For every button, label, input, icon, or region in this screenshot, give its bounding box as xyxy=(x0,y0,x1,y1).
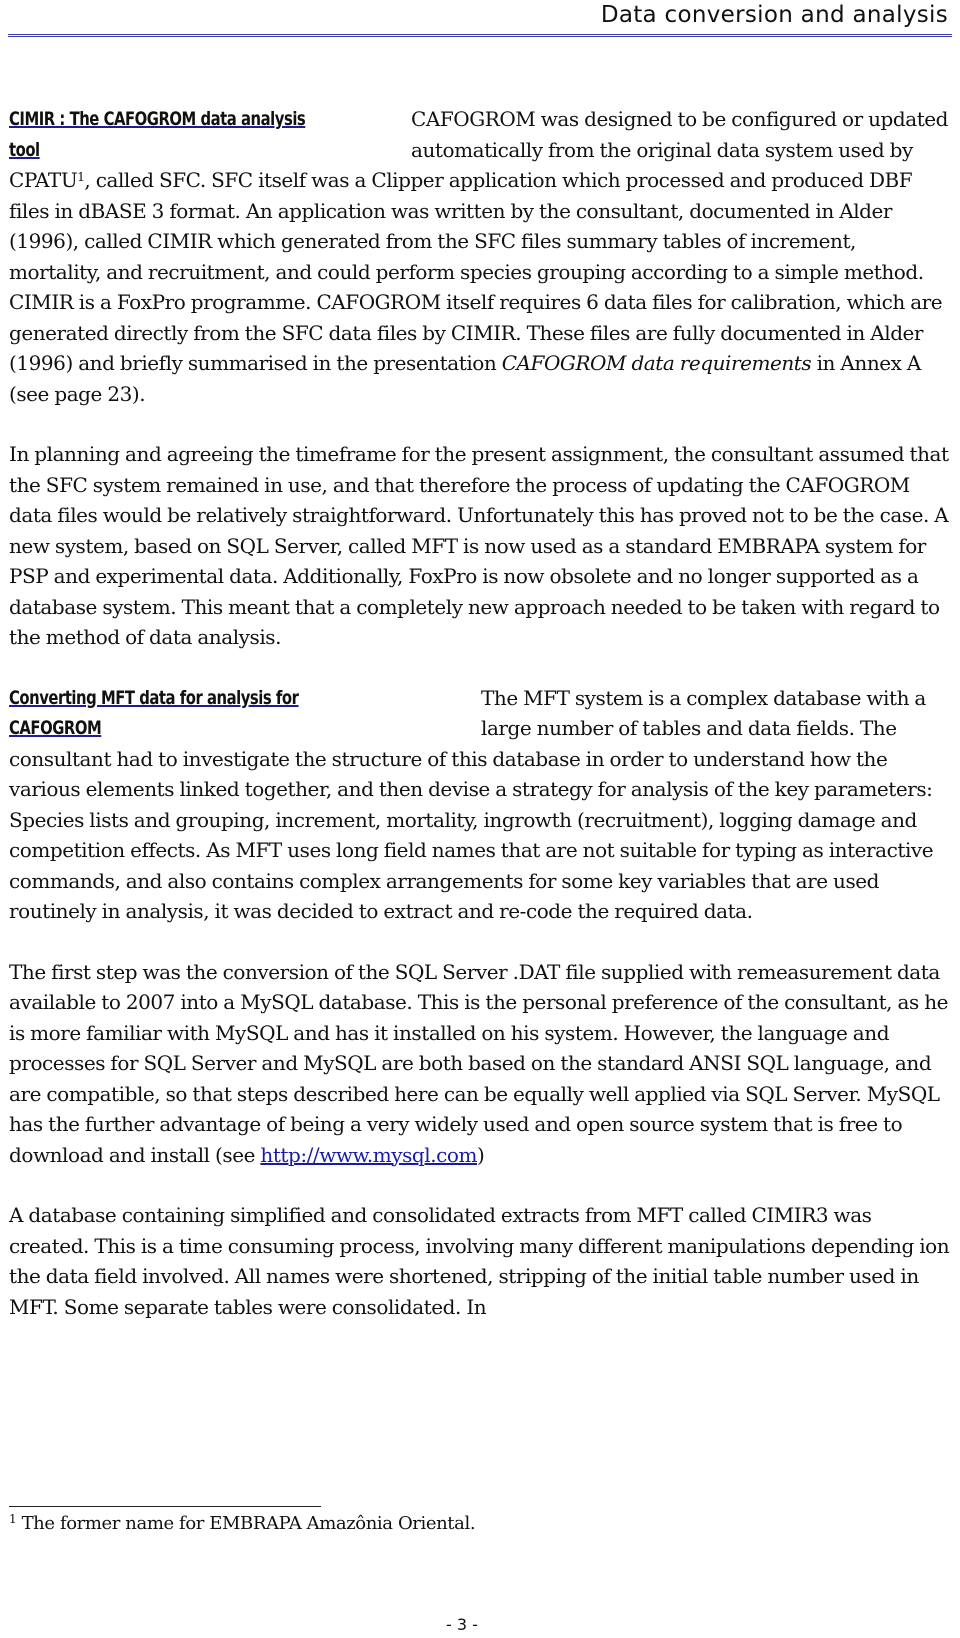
footnote: 1 The former name for EMBRAPA Amazônia O… xyxy=(9,1512,476,1534)
paragraph-cimir3: A database containing simplified and con… xyxy=(9,1203,950,1319)
paragraph-first-step: The first step was the conversion of the… xyxy=(9,959,949,1167)
section-heading-wrap: Converting MFT data for analysis for CAF… xyxy=(9,683,481,741)
section-heading-converting-mft: Converting MFT data for analysis for CAF… xyxy=(9,686,299,740)
mysql-link[interactable]: http://www.mysql.com xyxy=(260,1143,477,1167)
section-heading-cimir: CIMIR : The CAFOGROM data analysis tool xyxy=(9,108,306,161)
page-number: - 3 - xyxy=(446,1615,478,1634)
footnote-divider xyxy=(9,1506,321,1507)
document-body: CIMIR : The CAFOGROM data analysis tool … xyxy=(9,104,953,1352)
section-heading-wrap: CIMIR : The CAFOGROM data analysis tool xyxy=(9,104,411,162)
paragraph-planning: In planning and agreeing the timeframe f… xyxy=(9,442,949,649)
emphasis-title: CAFOGROM data requirements xyxy=(501,351,812,375)
header-title: Data conversion and analysis xyxy=(600,2,948,28)
running-header: Data conversion and analysis xyxy=(8,0,952,37)
